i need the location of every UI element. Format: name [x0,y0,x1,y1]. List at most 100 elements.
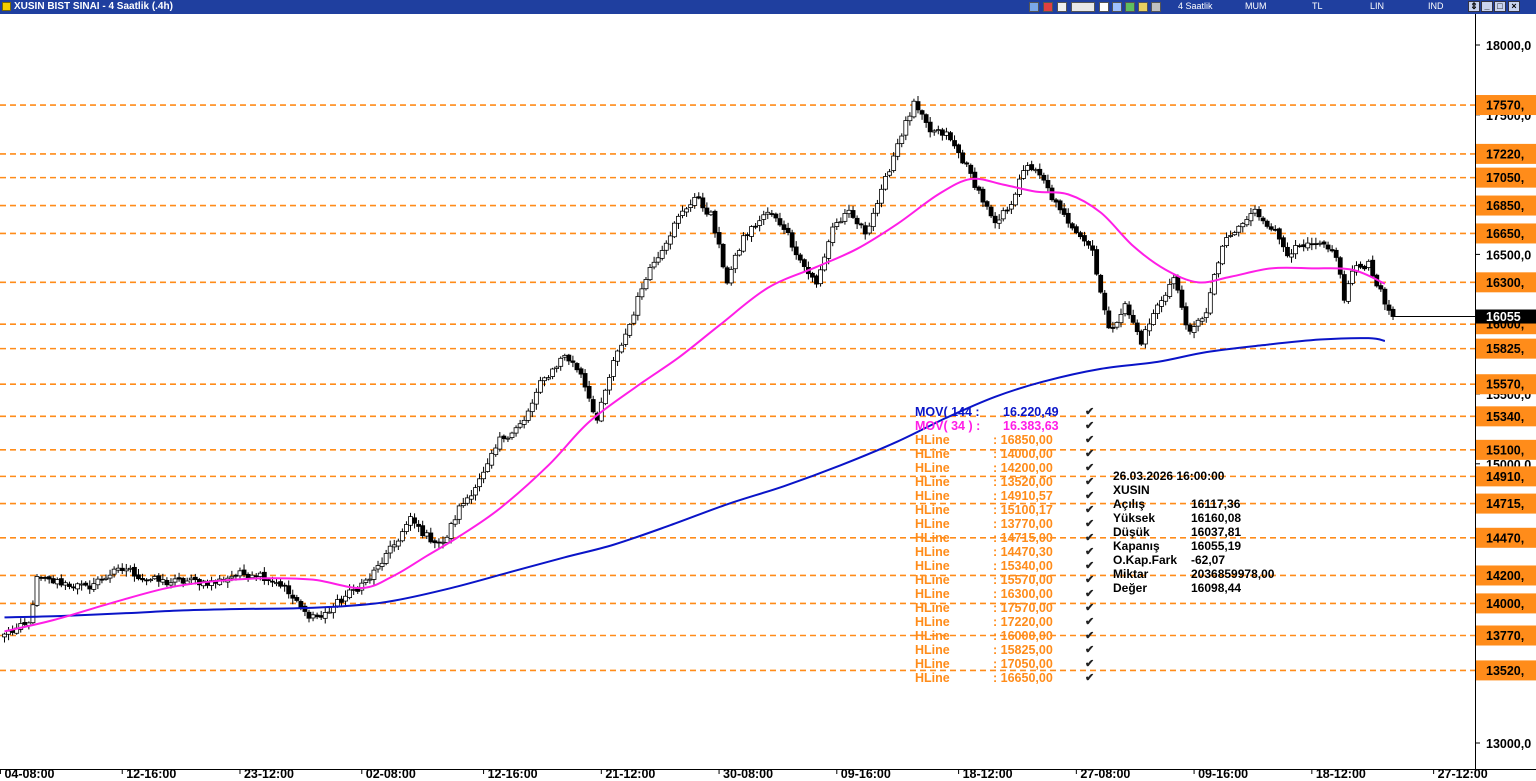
check-icon[interactable]: ✔ [1085,419,1094,433]
check-icon[interactable]: ✔ [1085,531,1094,545]
legend-hline-value: : 16300,00 [993,587,1053,601]
candle-up [907,115,913,122]
grid-icon[interactable] [1099,2,1109,12]
pencil-icon[interactable] [1125,2,1135,12]
title-bar: XUSIN BIST SINAI - 4 Saatlik (.4h) 4 Saa… [0,0,1536,14]
candle-up [322,612,328,619]
check-icon[interactable]: ✔ [1085,545,1094,559]
candle-up [387,545,393,554]
candle-up [115,567,121,571]
chart-type-icon[interactable] [1029,2,1039,12]
candle-up [452,519,458,525]
candle-down [233,574,239,577]
candle-up [274,582,279,585]
check-icon[interactable]: ✔ [1085,671,1094,685]
candle-down [1110,327,1116,329]
check-icon[interactable]: ✔ [1085,489,1094,503]
candle-down [278,581,283,587]
close-button[interactable]: × [1508,1,1520,12]
candle-type-selector[interactable]: MUM [1245,1,1267,11]
candle-down [1333,249,1339,258]
candle-down [1098,274,1104,293]
candle-up [1033,169,1039,172]
candle-up [651,261,657,268]
mode-selector[interactable]: IND [1428,1,1444,11]
alarm-icon[interactable] [1043,2,1053,12]
check-icon[interactable]: ✔ [1085,643,1094,657]
candle-up [757,220,763,226]
restore-button[interactable]: ⇕ [1468,1,1480,12]
candle-up [1159,300,1164,307]
legend-hline-label: HLine [915,433,950,447]
candle-up [237,570,243,577]
candle-down [1049,187,1055,201]
candle-up [148,579,154,582]
check-icon[interactable]: ✔ [1085,587,1094,601]
check-icon[interactable]: ✔ [1085,461,1094,475]
check-icon[interactable]: ✔ [1085,503,1094,517]
candle-up [408,516,413,526]
maximize-button[interactable]: □ [1494,1,1506,12]
candle-up [879,188,884,204]
check-icon[interactable]: ✔ [1085,433,1094,447]
candle-up [444,536,450,543]
legend-hline-label: HLine [915,643,950,657]
zoom-icon[interactable] [1112,2,1122,12]
legend-hline-value: : 16850,00 [993,433,1053,447]
time-tick-label: 02-08:00 [366,767,416,781]
check-icon[interactable]: ✔ [1085,573,1094,587]
candle-down [785,227,791,233]
check-icon[interactable]: ✔ [1085,559,1094,573]
candle-down [704,207,710,215]
candle-up [1252,208,1258,214]
candle-up [529,402,535,413]
check-icon[interactable]: ✔ [1085,601,1094,615]
check-icon[interactable]: ✔ [1085,517,1094,531]
legend-hline-value: : 13770,00 [993,517,1053,531]
indicator-box-icon[interactable] [1071,2,1095,12]
candle-down [769,213,775,215]
legend-hline-value: : 14000,00 [993,447,1053,461]
legend-hline-label: HLine [915,587,950,601]
candle-down [956,144,961,154]
candle-down [1187,324,1193,332]
hline-price-label: 15570, [1486,378,1524,392]
candle-down [696,196,702,199]
candle-down [919,110,925,115]
time-axis: 04-08:00 12-16:00 23-12:00 02-08:00 12-16:00… [0,767,1536,781]
candle-up [1317,242,1323,245]
candle-up [188,577,194,581]
candle-down [140,578,145,581]
candle-up [75,583,80,590]
check-icon[interactable]: ✔ [1085,615,1094,629]
price-chart[interactable]: 18000,017500,016500,015500,015000,013000… [0,14,1536,781]
candle-up [631,314,637,324]
check-icon[interactable]: ✔ [1085,447,1094,461]
candle-down [87,585,93,590]
candle-up [1167,283,1173,297]
candle-up [870,212,876,228]
currency-selector[interactable]: TL [1312,1,1323,11]
legend-hline-value: : 17570,00 [993,601,1053,615]
candle-down [1106,310,1112,329]
period-selector[interactable]: 4 Saatlik [1178,1,1213,11]
candle-down [265,579,271,582]
candle-up [30,604,36,624]
check-icon[interactable]: ✔ [1085,657,1094,671]
candle-up [619,344,625,353]
candle-up [489,452,495,466]
candle-down [1390,308,1396,317]
settings-icon[interactable] [1151,2,1161,12]
candle-up [525,410,531,421]
legend-hline-label: HLine [915,517,950,531]
scale-selector[interactable]: LIN [1370,1,1384,11]
check-icon[interactable]: ✔ [1085,405,1094,419]
drawing-tools-icon[interactable] [1057,2,1067,12]
check-icon[interactable]: ✔ [1085,629,1094,643]
minimize-button[interactable]: _ [1481,1,1493,12]
line-tool-icon[interactable] [1138,2,1148,12]
candle-up [1203,312,1209,319]
candle-down [1057,200,1063,211]
check-icon[interactable]: ✔ [1085,475,1094,489]
candle-down [71,586,76,589]
